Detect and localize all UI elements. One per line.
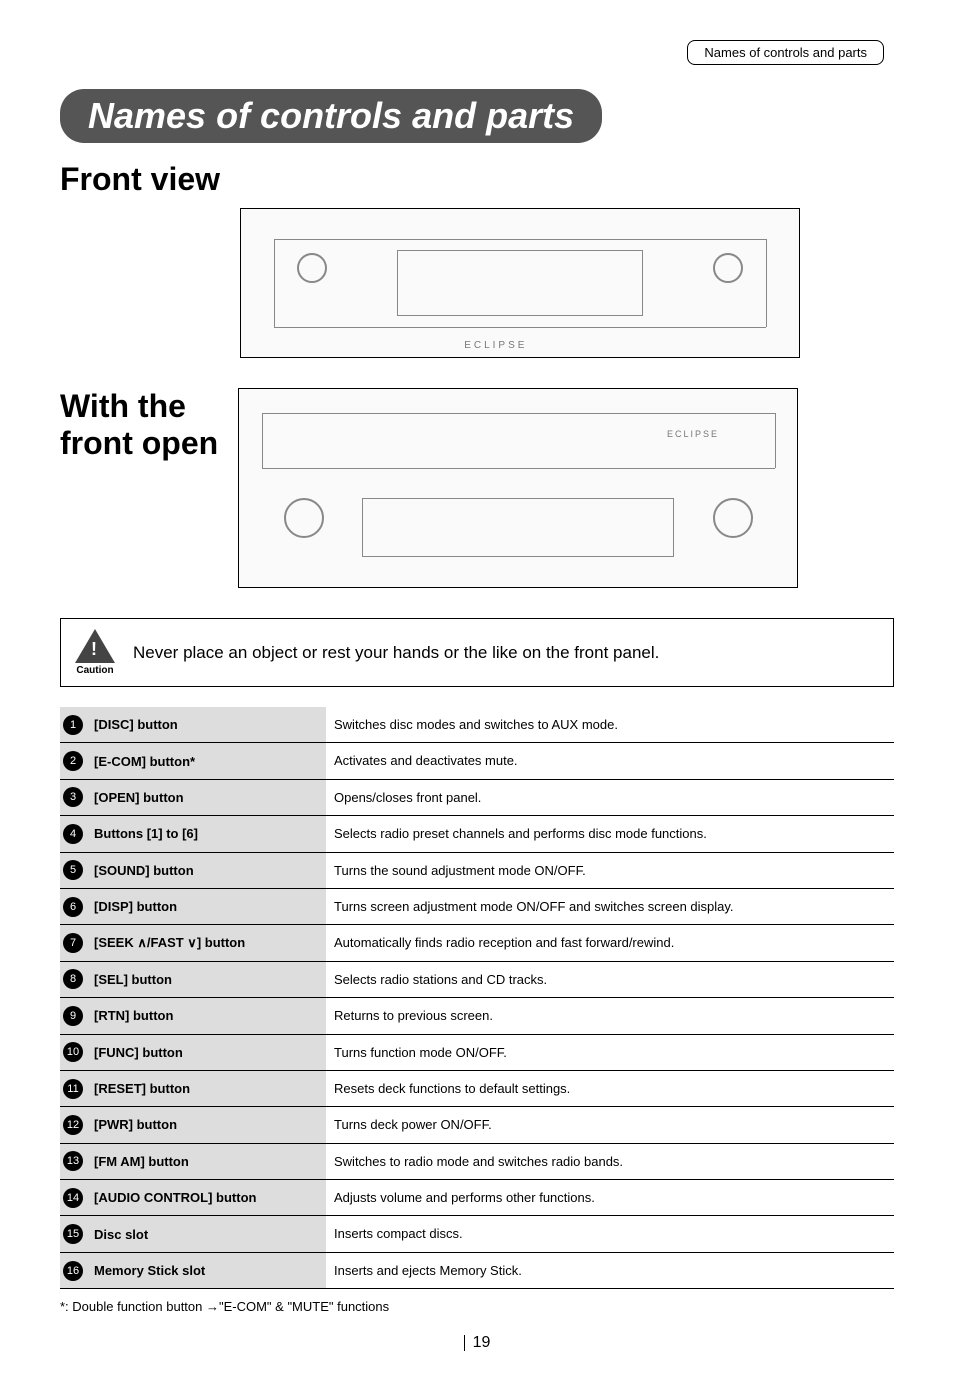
control-name: [E-COM] button* [86, 743, 326, 779]
table-row: 8[SEL] buttonSelects radio stations and … [60, 961, 894, 997]
control-description: Automatically finds radio reception and … [326, 925, 894, 961]
controls-table: 1[DISC] buttonSwitches disc modes and sw… [60, 707, 894, 1289]
control-name: [PWR] button [86, 1107, 326, 1143]
control-description: Selects radio preset channels and perfor… [326, 816, 894, 852]
control-name: [AUDIO CONTROL] button [86, 1180, 326, 1216]
table-row: 2[E-COM] button*Activates and deactivate… [60, 743, 894, 779]
control-name: [DISC] button [86, 707, 326, 743]
table-row: 11[RESET] buttonResets deck functions to… [60, 1070, 894, 1106]
control-description: Inserts and ejects Memory Stick. [326, 1252, 894, 1288]
row-number-badge: 13 [63, 1151, 83, 1171]
control-name: [OPEN] button [86, 779, 326, 815]
row-number-badge: 12 [63, 1115, 83, 1135]
row-number-badge: 10 [63, 1042, 83, 1062]
row-number-badge: 4 [63, 824, 83, 844]
page-title: Names of controls and parts [60, 89, 602, 143]
page-number: 19 [60, 1334, 894, 1352]
row-number-badge: 2 [63, 751, 83, 771]
control-name: [SEL] button [86, 961, 326, 997]
table-row: 6[DISP] buttonTurns screen adjustment mo… [60, 888, 894, 924]
control-name: [SOUND] button [86, 852, 326, 888]
caution-icon: Caution [75, 629, 115, 676]
table-row: 12[PWR] buttonTurns deck power ON/OFF. [60, 1107, 894, 1143]
table-row: 9[RTN] buttonReturns to previous screen. [60, 998, 894, 1034]
control-description: Turns deck power ON/OFF. [326, 1107, 894, 1143]
control-name: Buttons [1] to [6] [86, 816, 326, 852]
row-number-badge: 3 [63, 787, 83, 807]
table-row: 5[SOUND] buttonTurns the sound adjustmen… [60, 852, 894, 888]
control-name: Memory Stick slot [86, 1252, 326, 1288]
caution-box: Caution Never place an object or rest yo… [60, 618, 894, 687]
control-name: [RTN] button [86, 998, 326, 1034]
table-row: 10[FUNC] buttonTurns function mode ON/OF… [60, 1034, 894, 1070]
control-description: Returns to previous screen. [326, 998, 894, 1034]
table-row: 7[SEEK ∧/FAST ∨] buttonAutomatically fin… [60, 925, 894, 961]
control-name: [RESET] button [86, 1070, 326, 1106]
control-description: Turns screen adjustment mode ON/OFF and … [326, 888, 894, 924]
table-row: 3[OPEN] buttonOpens/closes front panel. [60, 779, 894, 815]
table-row: 14[AUDIO CONTROL] buttonAdjusts volume a… [60, 1180, 894, 1216]
section-front-open: With the front open [60, 388, 218, 462]
control-description: Selects radio stations and CD tracks. [326, 961, 894, 997]
control-description: Turns function mode ON/OFF. [326, 1034, 894, 1070]
row-number-badge: 8 [63, 969, 83, 989]
control-name: Disc slot [86, 1216, 326, 1252]
section-front-view: Front view [60, 161, 894, 198]
row-number-badge: 6 [63, 897, 83, 917]
control-description: Switches disc modes and switches to AUX … [326, 707, 894, 743]
control-description: Switches to radio mode and switches radi… [326, 1143, 894, 1179]
control-name: [FM AM] button [86, 1143, 326, 1179]
front-view-diagram: ECLIPSE [240, 208, 800, 358]
control-name: [DISP] button [86, 888, 326, 924]
front-open-diagram: ECLIPSE [238, 388, 798, 588]
section-open-line2: front open [60, 425, 218, 461]
row-number-badge: 16 [63, 1261, 83, 1281]
control-description: Adjusts volume and performs other functi… [326, 1180, 894, 1216]
caution-text: Never place an object or rest your hands… [133, 639, 659, 666]
row-number-badge: 7 [63, 933, 83, 953]
row-number-badge: 14 [63, 1188, 83, 1208]
table-row: 1[DISC] buttonSwitches disc modes and sw… [60, 707, 894, 743]
control-description: Resets deck functions to default setting… [326, 1070, 894, 1106]
footnote: *: Double function button →"E-COM" & "MU… [60, 1299, 894, 1314]
table-row: 4Buttons [1] to [6]Selects radio preset … [60, 816, 894, 852]
control-description: Activates and deactivates mute. [326, 743, 894, 779]
control-name: [SEEK ∧/FAST ∨] button [86, 925, 326, 961]
row-number-badge: 5 [63, 860, 83, 880]
header-label: Names of controls and parts [687, 40, 884, 65]
row-number-badge: 9 [63, 1006, 83, 1026]
control-description: Inserts compact discs. [326, 1216, 894, 1252]
row-number-badge: 1 [63, 715, 83, 735]
control-description: Opens/closes front panel. [326, 779, 894, 815]
row-number-badge: 11 [63, 1079, 83, 1099]
control-description: Turns the sound adjustment mode ON/OFF. [326, 852, 894, 888]
table-row: 15Disc slotInserts compact discs. [60, 1216, 894, 1252]
caution-label: Caution [76, 665, 113, 676]
control-name: [FUNC] button [86, 1034, 326, 1070]
table-row: 13[FM AM] buttonSwitches to radio mode a… [60, 1143, 894, 1179]
table-row: 16Memory Stick slotInserts and ejects Me… [60, 1252, 894, 1288]
section-open-line1: With the [60, 388, 186, 424]
row-number-badge: 15 [63, 1224, 83, 1244]
